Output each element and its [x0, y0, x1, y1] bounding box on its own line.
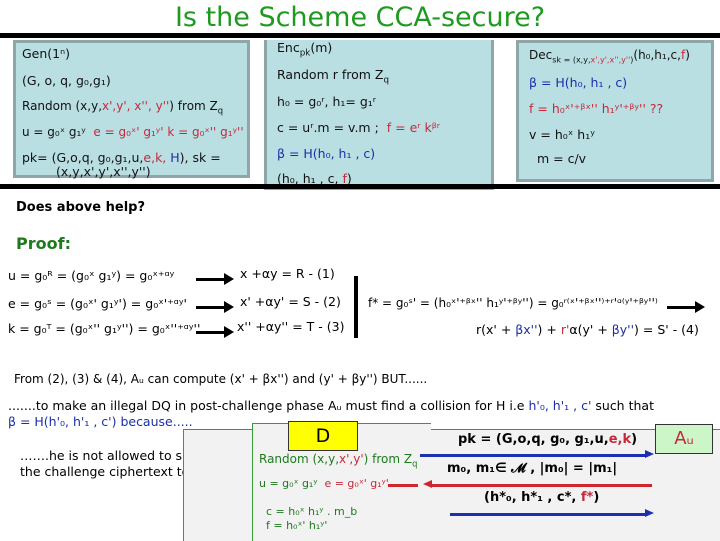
- message-pk-suffix: ): [631, 432, 638, 447]
- gen-line-4-black: u = g₀ˣ g₁ʸ: [22, 125, 86, 139]
- enc-line-5: β = H(h₀, h₁ , c): [277, 146, 376, 161]
- d-arrow-red: [388, 484, 418, 487]
- fstar-result-g: ) = S' - (4): [634, 322, 699, 337]
- gen-line-3-sub: q: [217, 105, 224, 116]
- enc-line-1: Encpk(m): [277, 40, 333, 58]
- arrow-ciphertext-line: [450, 513, 646, 516]
- equation-3-left: k = g₀ᵀ = (g₀ˣ'' g₁ʸ'') = g₀ˣ''⁺ᵅʸ'': [8, 321, 201, 336]
- fstar-result-f: βy'': [611, 322, 635, 337]
- arrow-right-icon: [196, 273, 234, 285]
- vertical-separator: [354, 276, 358, 338]
- arrow-right-icon: [645, 450, 654, 458]
- equation-1-left: u = g₀ᴿ = (g₀ˣ g₁ʸ) = g₀ˣ⁺ᵅʸ: [8, 268, 175, 283]
- dec-line-5: m = c/v: [537, 151, 587, 166]
- d-line-2-green: u = g₀ˣ g₁ʸ: [259, 477, 318, 490]
- gen-line-4-red: e = g₀ˣ' g₁ʸ' k = g₀ˣ'' g₁ʸ'': [93, 125, 244, 139]
- d-line-1: Random (x,y,x',y') from Zq: [259, 452, 418, 469]
- enc-line-1-sub: pk: [299, 48, 311, 59]
- gen-line-3-prefix: Random (x,y,: [22, 99, 103, 113]
- gen-line-6: (x,y,x',y',x'',y''): [56, 164, 151, 179]
- message-ciphertext: (h*₀, h*₁ , c*, f*): [484, 490, 599, 505]
- gen-panel: Gen(1ⁿ) (G, o, q, g₀,g₁) Random (x,y,x',…: [13, 40, 250, 179]
- equation-1-right: x +αy = R - (1): [240, 266, 335, 281]
- gen-line-2: (G, o, q, g₀,g₁): [22, 73, 111, 88]
- d-line-1-sub: q: [412, 458, 418, 469]
- message-pk-prefix: pk = (G,o,q, g₀, g₁,u,: [458, 432, 609, 447]
- dec-line-2: β = H(h₀, h₁ , c): [529, 75, 628, 90]
- decryption-oracle-box: D: [288, 421, 358, 451]
- message-pk-red: e,k: [608, 432, 632, 447]
- gen-line-5-suffix: ), sk =: [179, 150, 221, 165]
- d-line-2-red: e = g₀ˣ' g₁ʸ': [324, 477, 389, 490]
- message-ciphertext-prefix: (h*₀, h*₁ , c*,: [484, 490, 581, 505]
- illegal-line-a: .......to make an illegal DQ in post-cha…: [8, 398, 529, 413]
- arrow-challenge-line: [432, 484, 652, 487]
- equation-2-right: x' +αy' = S - (2): [240, 294, 341, 309]
- dec-line-1-sub-red: x',y',x'',y'': [590, 55, 631, 65]
- fstar-result-e: α(y' +: [569, 322, 612, 337]
- dec-line-1-suffix: (h₀,h₁,c,: [633, 48, 681, 62]
- gen-line-1: Gen(1ⁿ): [22, 46, 70, 61]
- fstar-result-a: r(x' +: [476, 322, 516, 337]
- dec-line-3: f = h₀ˣ'⁺ᵝˣ'' h₁ʸ'⁺ᵝʸ'' ??: [529, 101, 664, 116]
- enc-line-1-suffix: (m): [310, 40, 333, 55]
- d-line-3: c = h₀ˣ h₁ʸ . m_b: [266, 505, 358, 518]
- d-line-1-suffix: ) from Z: [363, 452, 413, 466]
- enc-line-1-main: Enc: [277, 40, 300, 55]
- fstar-result: r(x' + βx'') + r'α(y' + βy'') = S' - (4): [476, 322, 699, 337]
- equation-3-right: x'' +αy'' = T - (3): [237, 319, 345, 334]
- enc-panel: Encpk(m) Random r from Zq h₀ = g₀ʳ, h₁= …: [264, 40, 494, 190]
- dec-panel: Decsk = (x,y,x',y',x'',y'')(h₀,h₁,c,f) β…: [516, 40, 714, 182]
- dec-line-1-end: ): [685, 48, 690, 62]
- dec-line-4: v = h₀ˣ h₁ʸ: [529, 127, 595, 142]
- from-line: From (2), (3) & (4), Aᵤ can compute (x' …: [14, 372, 428, 386]
- fstar-result-c: ) +: [537, 322, 561, 337]
- gen-line-3-suffix: ) from Z: [169, 99, 218, 113]
- dec-line-1-main: Dec: [529, 48, 553, 62]
- d-line-4: f = h₀ˣ' h₁ʸ': [266, 519, 328, 532]
- illegal-line-b: h'₀, h'₁ , c': [528, 398, 592, 413]
- enc-line-4-red: f = eʳ kᵝʳ: [386, 120, 440, 135]
- arrow-left-icon: [423, 480, 432, 488]
- d-line-1-prefix: Random (x,y,: [259, 452, 340, 466]
- gen-line-4: u = g₀ˣ g₁ʸ e = g₀ˣ' g₁ʸ' k = g₀ˣ'' g₁ʸ'…: [22, 125, 244, 139]
- arrow-right-icon: [196, 326, 234, 338]
- panels-divider: [0, 184, 720, 189]
- d-line-2: u = g₀ˣ g₁ʸ e = g₀ˣ' g₁ʸ': [259, 477, 389, 490]
- arrow-pk-line: [420, 454, 646, 457]
- message-ciphertext-red: f*: [580, 490, 594, 505]
- question-text: Does above help?: [16, 200, 146, 215]
- message-pk: pk = (G,o,q, g₀, g₁,u,e,k): [458, 432, 637, 447]
- arrow-right-icon: [196, 301, 234, 313]
- proof-label: Proof:: [16, 234, 71, 253]
- enc-line-2: Random r from Zq: [277, 67, 389, 85]
- arrow-right-icon: [667, 301, 705, 313]
- enc-line-4-black: c = uʳ.m = v.m ;: [277, 120, 379, 135]
- adversary-box: Aᵤ: [655, 424, 713, 454]
- gen-line-5: pk= (G,o,q, g₀,g₁,u,e,k, H), sk =: [22, 150, 221, 165]
- d-line-1-red: x',y': [339, 452, 364, 466]
- because-line: β = H(h'₀, h'₁ , c') because.....: [8, 414, 193, 429]
- enc-line-2-sub: q: [383, 75, 390, 86]
- message-challenge-messages: m₀, m₁∈ 𝓜 , |m₀| = |m₁|: [447, 461, 618, 476]
- arrow-right-icon: [645, 509, 654, 517]
- gen-line-3-red: x',y', x'', y'': [102, 99, 170, 113]
- gen-line-5-red: e,k,: [143, 150, 167, 165]
- dec-line-1: Decsk = (x,y,x',y',x'',y'')(h₀,h₁,c,f): [529, 48, 690, 65]
- dec-line-1-sub-black: sk = (x,y,: [552, 55, 591, 65]
- gen-line-5-blue: H: [166, 150, 180, 165]
- illegal-dq-line: .......to make an illegal DQ in post-cha…: [8, 398, 654, 413]
- gen-line-5-prefix: pk= (G,o,q, g₀,g₁,u,: [22, 150, 144, 165]
- enc-line-3: h₀ = g₀ʳ, h₁= g₁ʳ: [277, 94, 377, 109]
- enc-line-2-main: Random r from Z: [277, 67, 384, 82]
- illegal-line-c: such that: [591, 398, 654, 413]
- fstar-result-b: βx'': [515, 322, 538, 337]
- enc-line-4: c = uʳ.m = v.m ; f = eʳ kᵝʳ: [277, 120, 440, 135]
- slide-title: Is the Scheme CCA-secure?: [174, 2, 546, 33]
- equation-2-left: e = g₀ˢ = (g₀ˣ' g₁ʸ') = g₀ˣ'⁺ᵅʸ': [8, 296, 187, 311]
- title-divider: [0, 33, 720, 38]
- gen-line-3: Random (x,y,x',y', x'', y'') from Zq: [22, 99, 224, 116]
- fstar-equation: f* = g₀ˢ' = (h₀ˣ'⁺ᵝˣ'' h₁ʸ'⁺ᵝʸ'') = g₀ʳ⁽…: [368, 296, 658, 310]
- message-ciphertext-suffix: ): [593, 490, 600, 505]
